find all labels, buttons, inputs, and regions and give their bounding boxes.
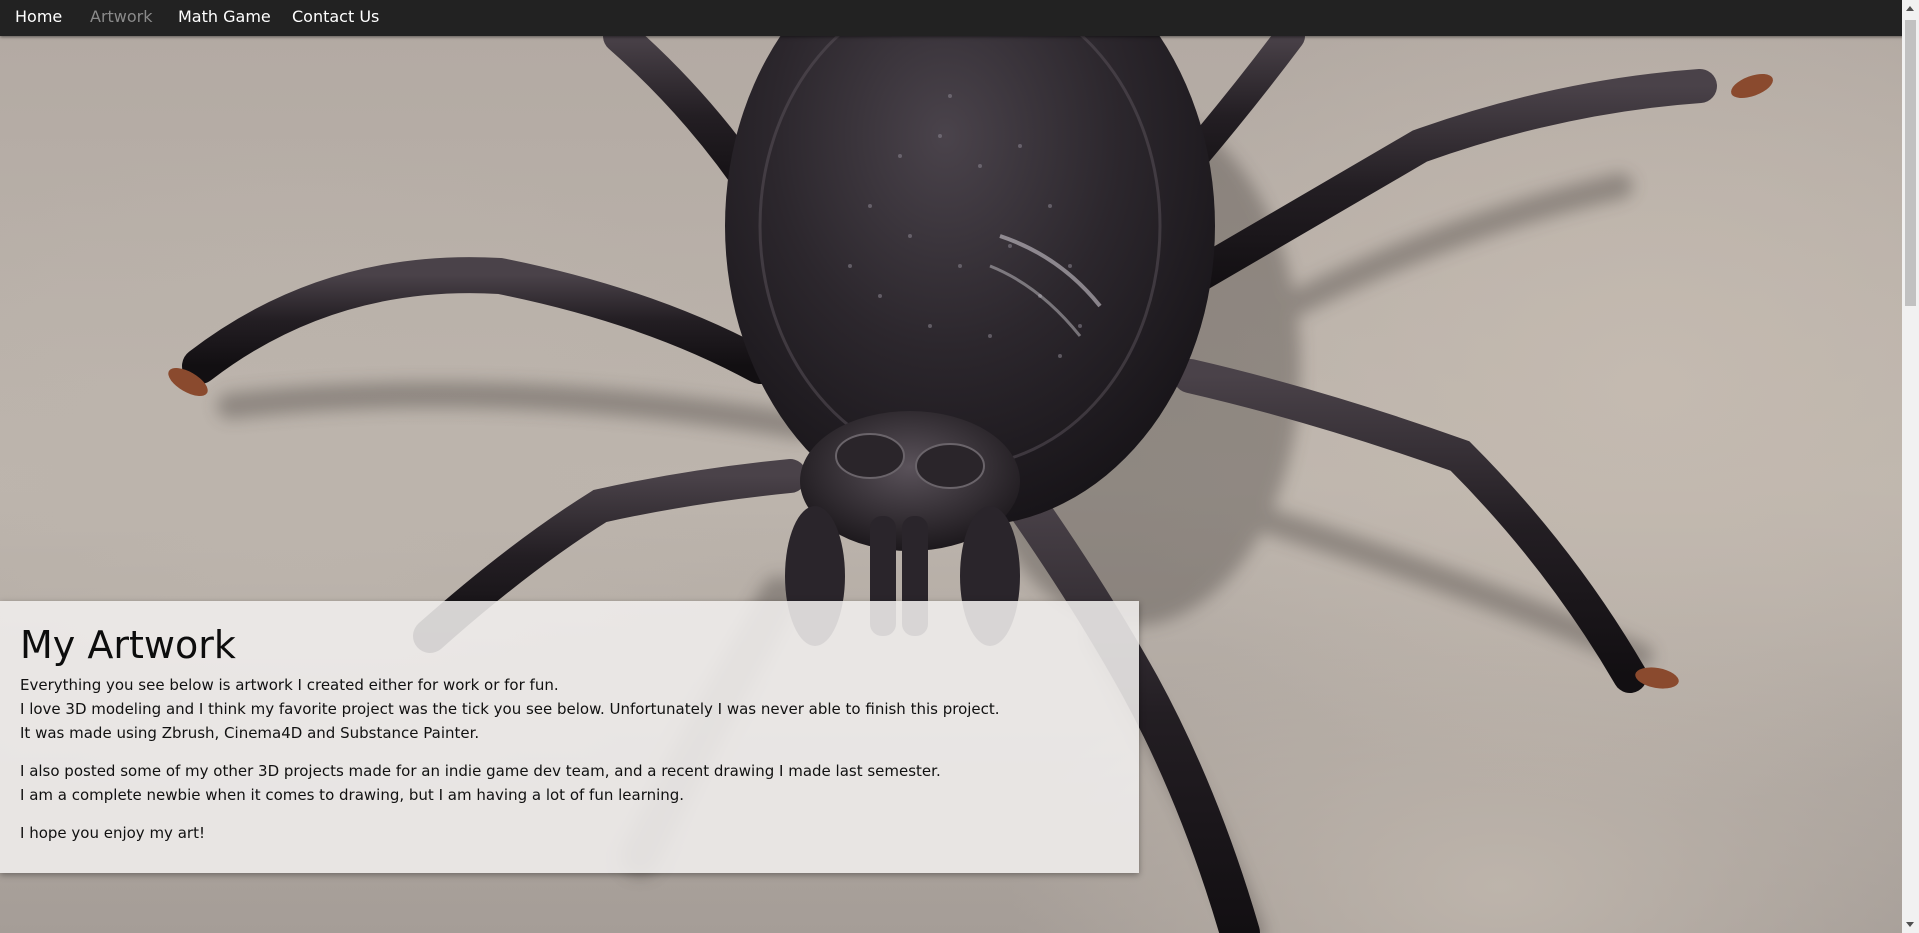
- intro-panel: My Artwork Everything you see below is a…: [0, 601, 1139, 873]
- scroll-down-arrow-icon[interactable]: [1906, 922, 1914, 927]
- scrollbar-thumb[interactable]: [1905, 20, 1916, 306]
- intro-line: I hope you enjoy my art!: [20, 824, 205, 842]
- nav-artwork-link[interactable]: Artwork: [90, 0, 153, 34]
- nav-math-game-link[interactable]: Math Game: [178, 0, 271, 34]
- intro-line: Everything you see below is artwork I cr…: [20, 676, 559, 694]
- nav-contact-link[interactable]: Contact Us: [292, 0, 379, 34]
- scroll-up-arrow-icon[interactable]: [1906, 6, 1914, 11]
- intro-line: I am a complete newbie when it comes to …: [20, 786, 685, 804]
- page: Home Artwork Math Game Contact Us My Art…: [0, 0, 1919, 933]
- intro-line: I also posted some of my other 3D projec…: [20, 762, 941, 780]
- intro-line: It was made using Zbrush, Cinema4D and S…: [20, 724, 480, 742]
- navbar: Home Artwork Math Game Contact Us: [0, 0, 1919, 36]
- nav-home-link[interactable]: Home: [15, 0, 62, 34]
- intro-paragraph-1: Everything you see below is artwork I cr…: [20, 673, 1119, 745]
- intro-paragraph-3: I hope you enjoy my art!: [20, 821, 1119, 845]
- vertical-scrollbar[interactable]: [1902, 0, 1919, 933]
- intro-line: I love 3D modeling and I think my favori…: [20, 700, 1000, 718]
- page-title: My Artwork: [20, 623, 236, 667]
- intro-paragraph-2: I also posted some of my other 3D projec…: [20, 759, 1119, 807]
